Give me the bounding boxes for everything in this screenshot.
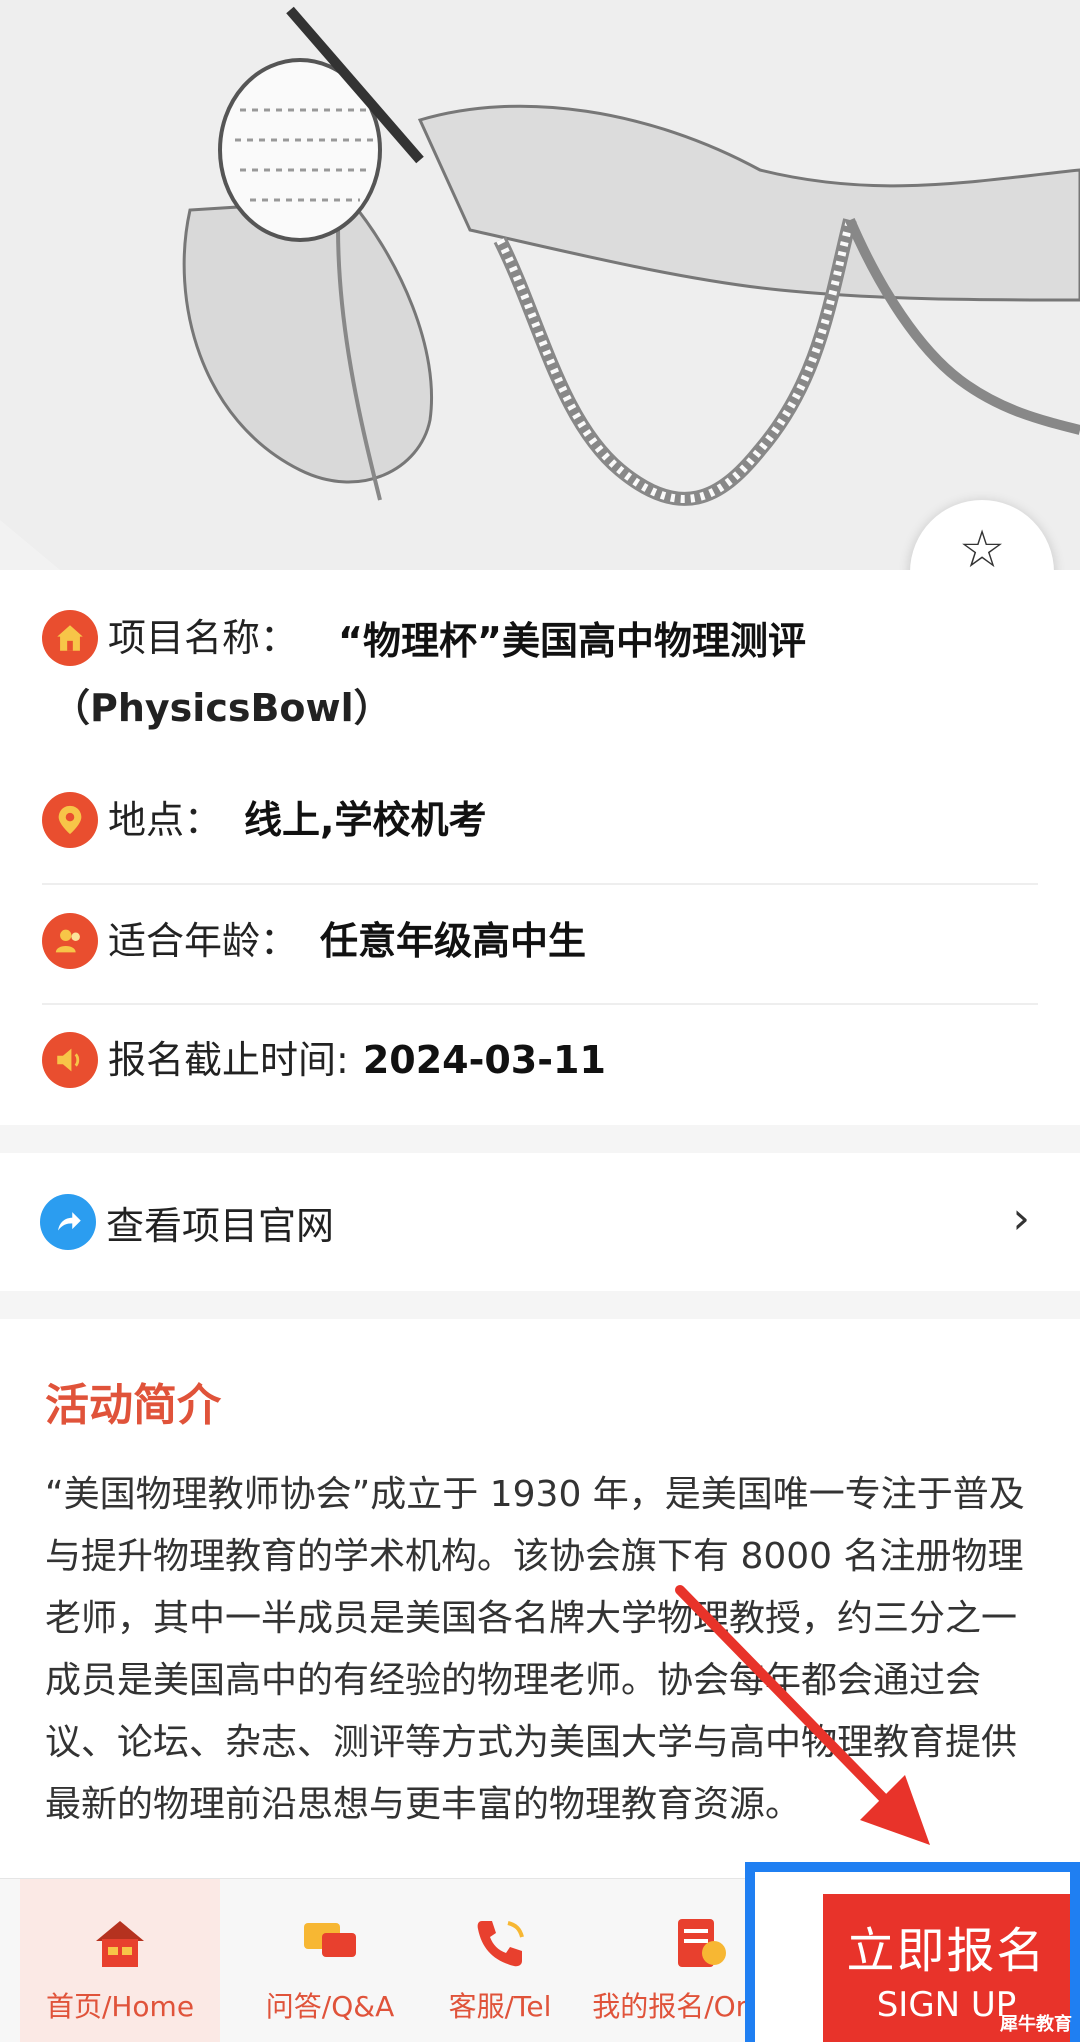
share-icon [40,1194,96,1250]
intro-title: 活动简介 [45,1380,221,1431]
activity-intro: 活动简介 “美国物理教师协会”成立于 1930 年，是美国唯一专注于普及与提升物… [0,1319,1080,1879]
location-label: 地点： [108,798,223,842]
intro-body: “美国物理教师协会”成立于 1930 年，是美国唯一专注于普及与提升物理教育的学… [45,1474,1025,1825]
hero-image [0,0,1080,570]
deadline-label: 报名截止时间: [108,1038,349,1082]
hands-scroll-illustration [0,0,1080,570]
location-pin-icon [42,792,98,848]
deadline-value: 2024-03-11 [362,1038,606,1082]
project-name-row: 项目名称： “物理杯”美国高中物理测评 （PhysicsBowl） [42,610,1038,730]
age-label: 适合年龄： [108,919,299,963]
divider [42,883,1038,885]
project-name-value: “物理杯”美国高中物理测评 [338,619,806,663]
age-row: 适合年龄： 任意年级高中生 [42,913,1038,969]
project-name-label: 项目名称： [108,616,299,660]
section-gap [0,1291,1080,1319]
tab-tel[interactable]: 客服/Tel [420,1879,580,2042]
watermark-logo: 犀牛教育 [1000,2014,1072,2035]
section-gap [0,1125,1080,1153]
location-row: 地点： 线上,学校机考 [42,792,1038,848]
house-icon [96,1921,144,1967]
clipboard-user-icon [678,1919,726,1967]
home-icon [42,610,98,666]
divider [42,1003,1038,1005]
location-value: 线上,学校机考 [244,798,487,842]
tab-home[interactable]: 首页/Home [20,1879,220,2042]
tab-home-label: 首页/Home [45,1990,195,2023]
signup-label-zh: 立即报名 [846,1923,1047,1979]
phone-icon [477,1921,524,1967]
speaker-icon [42,1032,98,1088]
age-value: 任意年级高中生 [320,919,587,963]
chevron-right-icon: › [1012,1193,1030,1244]
tab-qa[interactable]: 问答/Q&A [230,1879,430,2042]
deadline-row: 报名截止时间: 2024-03-11 [42,1032,1038,1088]
project-name-value-2: （PhysicsBowl） [52,686,392,730]
star-icon: ☆ [958,519,1006,580]
tab-tel-label: 客服/Tel [448,1990,552,2023]
chat-icon [304,1923,356,1957]
tab-qa-label: 问答/Q&A [265,1990,395,2023]
official-website-label: 查看项目官网 [106,1203,335,1248]
signup-highlight: 立即报名 SIGN UP 犀牛教育 [745,1862,1080,2042]
signup-label-en: SIGN UP [876,1985,1017,2025]
people-icon [42,913,98,969]
project-info: 项目名称： “物理杯”美国高中物理测评 （PhysicsBowl） 地点： 线上… [0,570,1080,1125]
official-website-link[interactable]: 查看项目官网 › [0,1153,1080,1291]
